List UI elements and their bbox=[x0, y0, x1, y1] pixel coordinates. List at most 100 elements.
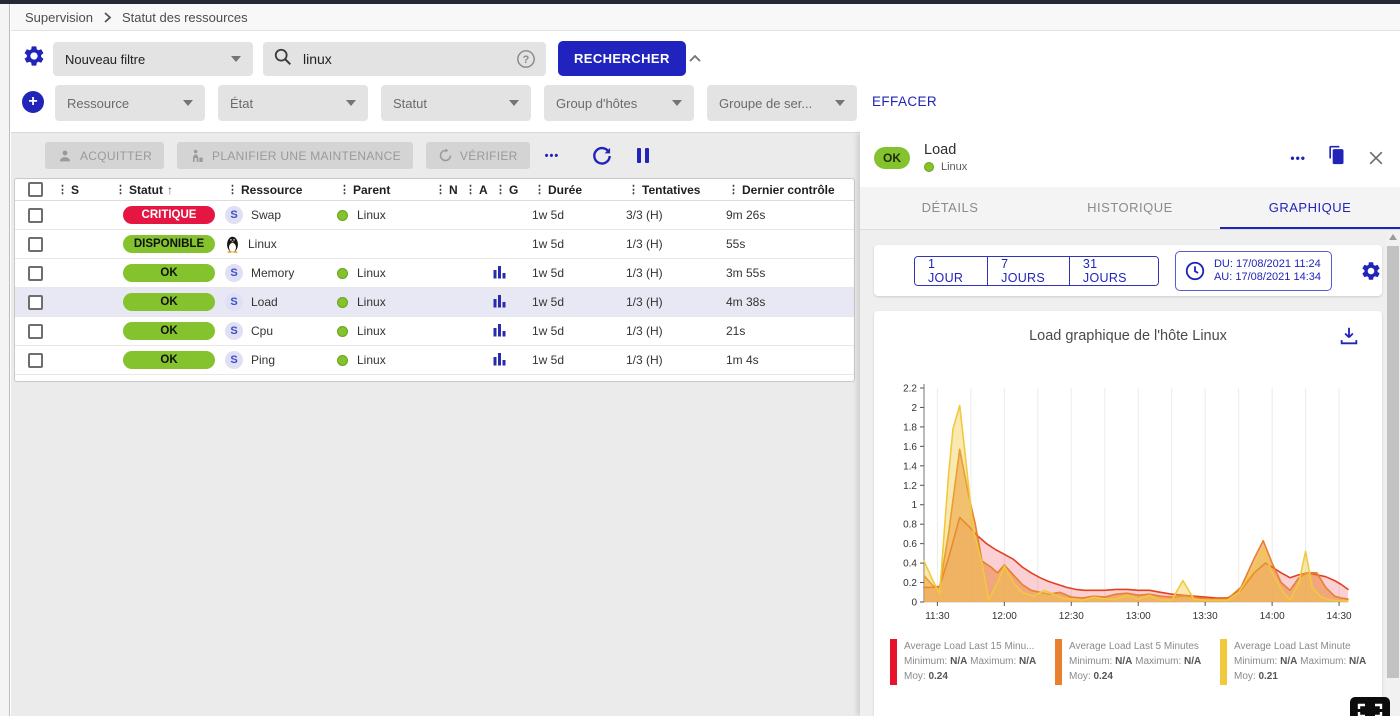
load-chart[interactable]: 00.20.40.60.811.21.41.61.822.211:3012:00… bbox=[898, 380, 1382, 635]
clear-filters-link[interactable]: EFFACER bbox=[872, 94, 937, 109]
select-all-checkbox[interactable] bbox=[28, 182, 43, 197]
time-range-button-31-jours[interactable]: 31 JOURS bbox=[1070, 257, 1158, 285]
tab-graphique[interactable]: GRAPHIQUE bbox=[1220, 187, 1400, 229]
drag-handle-icon[interactable]: ⋮ bbox=[534, 183, 545, 196]
pause-icon[interactable] bbox=[637, 148, 649, 163]
row-checkbox[interactable] bbox=[28, 266, 43, 281]
graph-icon[interactable] bbox=[493, 323, 507, 340]
drag-handle-icon[interactable]: ⋮ bbox=[465, 183, 476, 196]
parent-name[interactable]: Linux bbox=[357, 295, 386, 309]
last-check-value: 55s bbox=[722, 237, 854, 251]
resource-name[interactable]: Linux bbox=[248, 237, 277, 251]
add-criteria-button[interactable]: + bbox=[22, 91, 44, 113]
column-header-status[interactable]: ⋮Statut↑ bbox=[113, 183, 225, 197]
row-checkbox[interactable] bbox=[28, 353, 43, 368]
tab-historique[interactable]: HISTORIQUE bbox=[1040, 187, 1220, 229]
graph-settings-gear-icon[interactable] bbox=[1360, 260, 1382, 282]
breadcrumb-item-supervision[interactable]: Supervision bbox=[25, 10, 93, 25]
time-range-button-1-jour[interactable]: 1 JOUR bbox=[915, 257, 988, 285]
check-button[interactable]: VÉRIFIER bbox=[426, 142, 530, 169]
parent-name[interactable]: Linux bbox=[357, 353, 386, 367]
panel-more-actions-icon[interactable]: ••• bbox=[1290, 151, 1306, 165]
service-icon: S bbox=[225, 322, 243, 340]
table-row[interactable]: OK S Memory Linux 1w 5d 1/3 (H) 3m bbox=[15, 259, 854, 288]
resource-name[interactable]: Cpu bbox=[251, 324, 273, 338]
row-checkbox[interactable] bbox=[28, 237, 43, 252]
drag-handle-icon[interactable]: ⋮ bbox=[57, 183, 68, 196]
saved-filter-select[interactable]: Nouveau filtre bbox=[53, 42, 253, 76]
tab-détails[interactable]: DÉTAILS bbox=[860, 187, 1040, 229]
graph-icon[interactable] bbox=[493, 265, 507, 282]
panel-subtitle[interactable]: Linux bbox=[941, 161, 967, 173]
maintenance-worker-icon bbox=[189, 148, 205, 164]
collapse-filters-chevron-up-icon[interactable] bbox=[685, 49, 705, 69]
search-box[interactable]: ? bbox=[263, 42, 546, 76]
help-icon[interactable]: ? bbox=[516, 49, 536, 69]
acknowledge-button[interactable]: ACQUITTER bbox=[45, 142, 164, 169]
column-header-parent[interactable]: ⋮Parent bbox=[337, 183, 433, 197]
row-checkbox[interactable] bbox=[28, 208, 43, 223]
column-header-tries[interactable]: ⋮Tentatives bbox=[622, 183, 722, 197]
table-row[interactable]: OK S Load Linux 1w 5d 1/3 (H) 4m 38 bbox=[15, 288, 854, 317]
column-header-acknowledged[interactable]: ⋮A bbox=[463, 183, 493, 197]
more-actions-icon[interactable]: ••• bbox=[545, 150, 560, 162]
drag-handle-icon[interactable]: ⋮ bbox=[115, 183, 126, 196]
graph-title: Load graphique de l'hôte Linux bbox=[874, 328, 1382, 344]
search-button[interactable]: RECHERCHER bbox=[558, 41, 686, 76]
svg-text:13:00: 13:00 bbox=[1126, 611, 1151, 622]
column-header-duration[interactable]: ⋮Durée bbox=[526, 183, 622, 197]
criteria-select-3[interactable]: Group d'hôtes bbox=[544, 85, 694, 121]
resource-name[interactable]: Memory bbox=[251, 266, 294, 280]
filter-settings-gear-icon[interactable] bbox=[22, 44, 46, 68]
legend-item[interactable]: Average Load Last MinuteMinimum: N/A Max… bbox=[1220, 639, 1382, 685]
drag-handle-icon[interactable]: ⋮ bbox=[628, 183, 639, 196]
drag-handle-icon[interactable]: ⋮ bbox=[339, 183, 350, 196]
table-row[interactable]: DISPONIBLE Linux 1w 5d 1/3 (H) 55s bbox=[15, 230, 854, 259]
resource-name[interactable]: Swap bbox=[251, 208, 281, 222]
parent-name[interactable]: Linux bbox=[357, 208, 386, 222]
row-checkbox[interactable] bbox=[28, 295, 43, 310]
table-row[interactable]: OK S Cpu Linux 1w 5d 1/3 (H) 21s bbox=[15, 317, 854, 346]
drag-handle-icon[interactable]: ⋮ bbox=[435, 183, 446, 196]
export-graph-icon[interactable] bbox=[1338, 325, 1360, 347]
column-header-graph[interactable]: ⋮G bbox=[493, 183, 526, 197]
table-row[interactable]: CRITIQUE S Swap Linux 1w 5d 3/3 (H) bbox=[15, 201, 854, 230]
search-input[interactable] bbox=[303, 51, 516, 67]
drag-handle-icon[interactable]: ⋮ bbox=[227, 183, 238, 196]
legend-item[interactable]: Average Load Last 5 MinutesMinimum: N/A … bbox=[1055, 639, 1217, 685]
criteria-select-4[interactable]: Groupe de ser... bbox=[707, 85, 857, 121]
sort-ascending-icon[interactable]: ↑ bbox=[167, 183, 173, 197]
graph-icon[interactable] bbox=[493, 294, 507, 311]
copy-link-icon[interactable] bbox=[1326, 145, 1346, 170]
criteria-select-2[interactable]: Statut bbox=[381, 85, 531, 121]
svg-text:0.2: 0.2 bbox=[903, 578, 917, 589]
column-header-last-check[interactable]: ⋮Dernier contrôle bbox=[722, 183, 854, 197]
column-header-severity[interactable]: ⋮S bbox=[55, 183, 113, 197]
close-panel-icon[interactable] bbox=[1366, 148, 1386, 168]
graph-icon[interactable] bbox=[493, 352, 507, 369]
parent-name[interactable]: Linux bbox=[357, 266, 386, 280]
scrollbar-thumb[interactable] bbox=[1387, 246, 1399, 678]
drag-handle-icon[interactable]: ⋮ bbox=[728, 183, 739, 196]
load-chart-svg[interactable]: 00.20.40.60.811.21.41.61.822.211:3012:00… bbox=[898, 380, 1368, 630]
set-downtime-button[interactable]: PLANIFIER UNE MAINTENANCE bbox=[177, 142, 413, 169]
criteria-select-1[interactable]: État bbox=[218, 85, 368, 121]
criteria-select-0[interactable]: Ressource bbox=[55, 85, 205, 121]
scrollbar-up-arrow-icon[interactable] bbox=[1389, 234, 1397, 240]
custom-period-button[interactable]: DU: 17/08/2021 11:24 AU: 17/08/2021 14:3… bbox=[1175, 251, 1332, 291]
parent-name[interactable]: Linux bbox=[357, 324, 386, 338]
resource-name[interactable]: Load bbox=[251, 295, 278, 309]
panel-scrollbar[interactable] bbox=[1386, 230, 1400, 716]
refresh-icon[interactable] bbox=[590, 144, 614, 168]
drag-handle-icon[interactable]: ⋮ bbox=[495, 183, 506, 196]
resource-name[interactable]: Ping bbox=[251, 353, 275, 367]
legend-item[interactable]: Average Load Last 15 Minu...Minimum: N/A… bbox=[890, 639, 1052, 685]
breadcrumb-item-resource-status[interactable]: Statut des ressources bbox=[122, 10, 248, 25]
time-range-button-7-jours[interactable]: 7 JOURS bbox=[988, 257, 1070, 285]
row-checkbox[interactable] bbox=[28, 324, 43, 339]
table-row[interactable]: OK S Ping Linux 1w 5d 1/3 (H) 1m 4s bbox=[15, 346, 854, 375]
collapsed-sidebar-edge[interactable] bbox=[0, 4, 10, 716]
panel-tabs: DÉTAILSHISTORIQUEGRAPHIQUE bbox=[860, 187, 1400, 230]
column-header-notes[interactable]: ⋮N bbox=[433, 183, 463, 197]
column-header-resource[interactable]: ⋮Ressource bbox=[225, 183, 337, 197]
